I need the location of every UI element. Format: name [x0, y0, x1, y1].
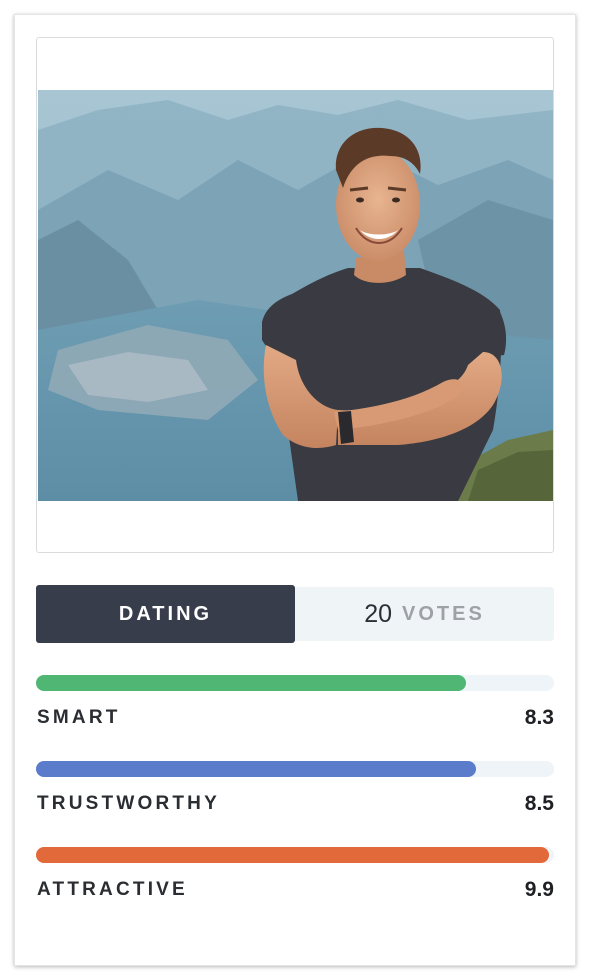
- smart-progress-track: [36, 675, 554, 691]
- dating-category-label: DATING: [118, 602, 213, 625]
- photo-frame: [36, 37, 554, 553]
- attractive-score: 9.9: [524, 878, 554, 901]
- attractive-progress-track: [36, 847, 554, 863]
- trustworthy-progress-fill: [36, 761, 477, 777]
- trustworthy-label: TRUSTWORTHY: [37, 793, 220, 814]
- votes-box: 20 VOTES: [295, 587, 554, 641]
- profile-card: DATING 20 VOTES SMART 8.3 TRUSTWORTHY 8.…: [14, 14, 576, 966]
- trustworthy-score: 8.5: [524, 792, 554, 815]
- votes-count: 20: [364, 599, 392, 628]
- stats-bar: DATING 20 VOTES: [36, 585, 554, 643]
- votes-label: VOTES: [402, 602, 485, 625]
- smart-score: 8.3: [524, 706, 554, 729]
- smart-label: SMART: [37, 707, 121, 728]
- smart-progress-fill: [36, 675, 466, 691]
- dating-category-button[interactable]: DATING: [36, 585, 295, 643]
- trustworthy-progress-track: [36, 761, 554, 777]
- profile-photo-image: [38, 90, 553, 501]
- profile-photo[interactable]: [38, 90, 553, 501]
- attractive-label: ATTRACTIVE: [37, 879, 188, 900]
- attractive-progress-fill: [36, 847, 549, 863]
